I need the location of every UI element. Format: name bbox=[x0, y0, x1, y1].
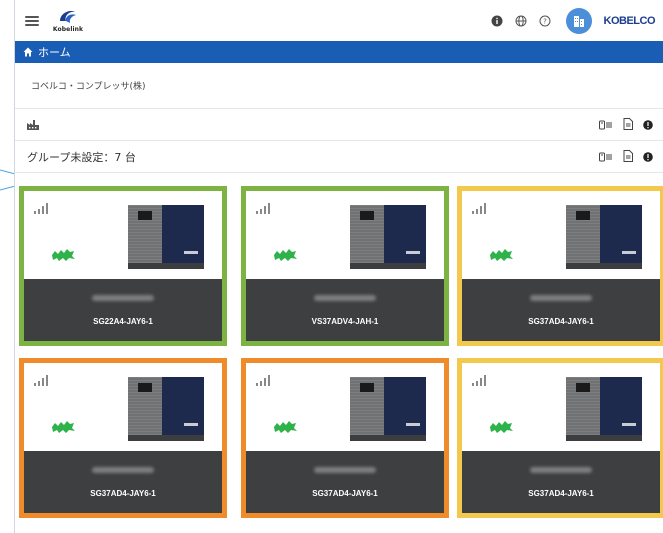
card-info: SG37AD4-JAY6-1 bbox=[462, 279, 660, 341]
card-info: SG37AD4-JAY6-1 bbox=[246, 451, 444, 513]
info-icon[interactable] bbox=[490, 14, 504, 28]
logo-icon bbox=[60, 10, 76, 23]
serial-redacted bbox=[314, 294, 376, 301]
signal-icon bbox=[256, 375, 270, 386]
serial-redacted bbox=[92, 294, 154, 301]
signal-icon bbox=[472, 203, 486, 214]
card-top bbox=[24, 363, 222, 451]
model-name: SG37AD4-JAY6-1 bbox=[90, 488, 156, 498]
status-blob-icon bbox=[272, 247, 298, 266]
serial-redacted bbox=[530, 466, 592, 473]
model-name: SG37AD4-JAY6-1 bbox=[312, 488, 378, 498]
compressor-card[interactable]: SG37AD4-JAY6-1 bbox=[457, 358, 663, 518]
breadcrumb: ホーム bbox=[15, 41, 663, 63]
model-name: SG22A4-JAY6-1 bbox=[93, 316, 153, 326]
signal-icon bbox=[256, 203, 270, 214]
compressor-icon bbox=[566, 205, 642, 269]
compressor-card[interactable]: SG22A4-JAY6-1 bbox=[19, 186, 227, 346]
company-name: コベルコ・コンプレッサ(株) bbox=[31, 82, 146, 92]
compressor-icon bbox=[566, 377, 642, 441]
compressor-card[interactable]: SG37AD4-JAY6-1 bbox=[241, 358, 449, 518]
model-name: SG37AD4-JAY6-1 bbox=[528, 488, 594, 498]
building-icon bbox=[573, 15, 584, 27]
signal-icon bbox=[34, 375, 48, 386]
signal-icon bbox=[472, 375, 486, 386]
compressor-card[interactable]: SG37AD4-JAY6-1 bbox=[19, 358, 227, 518]
alert-icon[interactable] bbox=[643, 115, 653, 134]
model-name: SG37AD4-JAY6-1 bbox=[528, 316, 594, 326]
svg-text:?: ? bbox=[543, 17, 547, 25]
filter-list-icon[interactable] bbox=[599, 115, 613, 134]
status-blob-icon bbox=[50, 247, 76, 266]
compressor-icon bbox=[350, 377, 426, 441]
group-row: グループ未設定：7 台 bbox=[15, 141, 663, 173]
compressor-card[interactable]: VS37ADV4-JAH-1 bbox=[241, 186, 449, 346]
card-top bbox=[246, 363, 444, 451]
status-blob-icon bbox=[272, 419, 298, 438]
status-blob-icon bbox=[50, 419, 76, 438]
card-info: SG22A4-JAY6-1 bbox=[24, 279, 222, 341]
serial-redacted bbox=[92, 466, 154, 473]
home-icon[interactable] bbox=[23, 47, 33, 57]
top-bar: Kobelink ? KOBELCO bbox=[15, 0, 663, 41]
avatar[interactable] bbox=[565, 7, 592, 34]
card-info: SG37AD4-JAY6-1 bbox=[462, 451, 660, 513]
card-top bbox=[462, 363, 660, 451]
serial-redacted bbox=[530, 294, 592, 301]
card-info: VS37ADV4-JAH-1 bbox=[246, 279, 444, 341]
card-top bbox=[24, 191, 222, 279]
group-label: グループ未設定：7 台 bbox=[27, 150, 136, 164]
compressor-icon bbox=[350, 205, 426, 269]
status-blob-icon bbox=[488, 419, 514, 438]
model-name: VS37ADV4-JAH-1 bbox=[311, 316, 379, 326]
app-logo[interactable]: Kobelink bbox=[51, 9, 85, 33]
company-name-row: コベルコ・コンプレッサ(株) bbox=[15, 63, 663, 109]
help-icon[interactable]: ? bbox=[538, 14, 552, 28]
compressor-icon bbox=[128, 205, 204, 269]
card-top bbox=[246, 191, 444, 279]
filter-list-icon[interactable] bbox=[599, 147, 613, 166]
card-info: SG37AD4-JAY6-1 bbox=[24, 451, 222, 513]
menu-icon[interactable] bbox=[25, 15, 39, 26]
signal-icon bbox=[34, 203, 48, 214]
globe-icon[interactable] bbox=[514, 14, 528, 28]
site-row bbox=[15, 109, 663, 141]
alert-icon[interactable] bbox=[643, 147, 653, 166]
compressor-card[interactable]: SG37AD4-JAY6-1 bbox=[457, 186, 663, 346]
breadcrumb-home[interactable]: ホーム bbox=[38, 44, 71, 60]
app-name: Kobelink bbox=[52, 25, 84, 33]
card-top bbox=[462, 191, 660, 279]
document-icon[interactable] bbox=[623, 147, 633, 166]
brand-logo: KOBELCO bbox=[603, 14, 656, 27]
document-icon[interactable] bbox=[623, 115, 633, 134]
status-blob-icon bbox=[488, 247, 514, 266]
serial-redacted bbox=[314, 466, 376, 473]
compressor-icon bbox=[128, 377, 204, 441]
app-window: Kobelink ? KOBELCO ホーム コベルコ・コンプレッサ(株) グル… bbox=[14, 0, 663, 533]
factory-icon[interactable] bbox=[27, 115, 39, 134]
